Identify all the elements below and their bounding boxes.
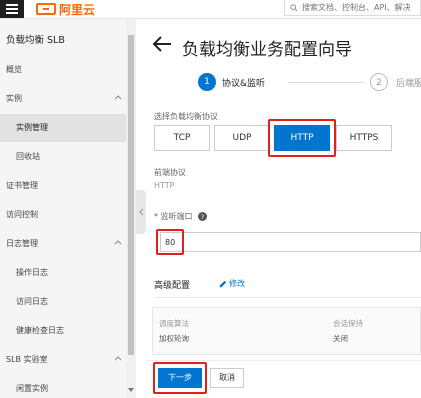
- highlight-box-http: [268, 119, 336, 157]
- back-arrow-icon[interactable]: [152, 36, 172, 52]
- sidebar-scrollbar[interactable]: [126, 19, 136, 398]
- sidebar-item-label: 健康检查日志: [16, 326, 64, 335]
- sidebar-group-logs[interactable]: 日志管理: [0, 230, 126, 258]
- sidebar-item-label: 证书管理: [6, 181, 38, 190]
- footer-divider: [146, 360, 421, 361]
- sidebar-item-idle-instances[interactable]: 闲置实例: [0, 375, 126, 398]
- chevron-left-icon: [139, 208, 144, 216]
- sidebar: 负载均衡 SLB 概览 实例 实例管理 回收站 证书管理 访问控制 日志管理 操…: [0, 19, 127, 398]
- protocol-udp-button[interactable]: UDP: [214, 125, 270, 151]
- sidebar-item-label: 日志管理: [6, 239, 38, 248]
- sidebar-item-certificates[interactable]: 证书管理: [0, 172, 126, 200]
- search-icon: [290, 3, 298, 12]
- sidebar-group-slb-lab[interactable]: SLB 实验室: [0, 346, 126, 374]
- sidebar-item-instance-management[interactable]: 实例管理: [0, 114, 126, 142]
- sidebar-group-instance[interactable]: 实例: [0, 85, 126, 113]
- protocol-label: 选择负载均衡协议: [154, 112, 218, 121]
- session-persistence-value: 关闭: [333, 334, 348, 343]
- chevron-up-icon: [114, 95, 122, 100]
- sidebar-item-overview[interactable]: 概览: [0, 56, 126, 84]
- protocol-https-button[interactable]: HTTPS: [336, 125, 392, 151]
- sidebar-item-label: 回收站: [16, 152, 40, 161]
- aliyun-logo[interactable]: 阿里云: [36, 1, 95, 17]
- session-persistence-key: 会话保持: [333, 319, 363, 328]
- sidebar-item-label: 闲置实例: [16, 384, 48, 393]
- step-connector: [288, 82, 364, 83]
- sidebar-item-label: 操作日志: [16, 268, 48, 277]
- highlight-box-next: [153, 362, 207, 394]
- frontend-protocol-value: HTTP: [154, 181, 175, 190]
- sidebar-item-health-check-logs[interactable]: 健康检查日志: [0, 317, 126, 345]
- algorithm-value: 加权轮询: [159, 334, 189, 343]
- sidebar-item-operation-logs[interactable]: 操作日志: [0, 259, 126, 287]
- step-1-label: 协议&监听: [222, 79, 266, 89]
- sidebar-item-label: 实例: [6, 94, 22, 103]
- sidebar-collapse-handle[interactable]: [136, 190, 146, 234]
- svg-text:?: ?: [201, 214, 204, 221]
- help-icon[interactable]: ?: [198, 212, 207, 221]
- listen-port-label: * 监听端口: [154, 212, 193, 221]
- sidebar-item-label: 概览: [6, 65, 22, 74]
- step-2-label: 后端服: [396, 79, 421, 89]
- brand-name: 阿里云: [59, 2, 96, 17]
- aliyun-logo-icon: [36, 3, 56, 15]
- sidebar-item-label: 访问控制: [6, 210, 38, 219]
- pencil-icon: [219, 280, 227, 287]
- protocol-tcp-button[interactable]: TCP: [154, 125, 210, 151]
- algorithm-key: 调度算法: [159, 319, 189, 328]
- frontend-protocol-label: 前端协议: [154, 168, 186, 177]
- scroll-down-icon[interactable]: [128, 388, 134, 392]
- chevron-up-icon: [114, 356, 122, 361]
- highlight-box-port: [156, 229, 184, 255]
- page-title: 负载均衡业务配置向导: [182, 40, 352, 60]
- advanced-config-title: 高级配置: [154, 281, 191, 291]
- main-content: 负载均衡业务配置向导 1 协议&监听 2 后端服 选择负载均衡协议 TCP UD…: [146, 19, 421, 398]
- cancel-button[interactable]: 取消: [210, 368, 244, 388]
- search-box[interactable]: [284, 0, 421, 16]
- search-input[interactable]: [302, 3, 417, 12]
- chevron-up-icon: [114, 240, 122, 245]
- step-1-indicator: 1: [198, 73, 216, 91]
- scrollbar-thumb[interactable]: [128, 35, 134, 355]
- edit-advanced-link[interactable]: 修改: [219, 278, 245, 289]
- sidebar-title: 负载均衡 SLB: [6, 35, 65, 46]
- advanced-config-summary: 调度算法 加权轮询 会话保持 关闭: [152, 307, 421, 355]
- sidebar-item-access-control[interactable]: 访问控制: [0, 201, 126, 229]
- sidebar-item-label: 实例管理: [16, 123, 48, 132]
- sidebar-item-label: 访问日志: [16, 297, 48, 306]
- edit-link-label: 修改: [229, 279, 245, 288]
- divider: [154, 297, 421, 298]
- listen-port-input[interactable]: [160, 232, 421, 252]
- sidebar-item-label: SLB 实验室: [6, 355, 48, 364]
- menu-icon[interactable]: [0, 0, 24, 18]
- top-bar: 阿里云: [0, 0, 421, 19]
- sidebar-item-recycle-bin[interactable]: 回收站: [0, 143, 126, 171]
- sidebar-item-access-logs[interactable]: 访问日志: [0, 288, 126, 316]
- step-2-indicator: 2: [370, 73, 388, 91]
